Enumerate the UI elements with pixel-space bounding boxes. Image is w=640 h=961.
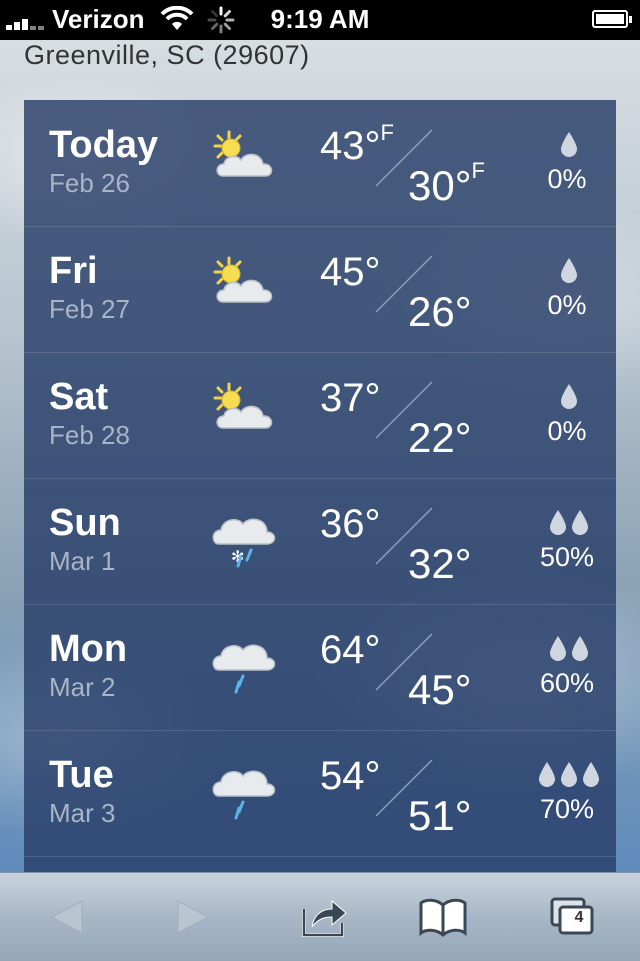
low-temp-value: 26° xyxy=(408,288,472,335)
precip-chance: 0% xyxy=(547,416,587,446)
high-temp-value: 36° xyxy=(320,502,381,546)
tab-count-badge: 4 xyxy=(574,909,584,926)
forecast-row: Sat Feb 28 37° 22° 0% xyxy=(24,352,616,479)
share-button[interactable] xyxy=(298,895,348,939)
forecast-row: Tue Mar 3 54° 51° 70% xyxy=(24,730,616,857)
clock: 9:19 AM xyxy=(270,4,370,34)
high-temp: 36° xyxy=(320,502,381,547)
day-label: Sun xyxy=(49,502,121,544)
precip-chance: 60% xyxy=(539,668,595,698)
partly-cloudy-icon xyxy=(213,256,273,303)
precip-chance: 50% xyxy=(539,542,595,572)
date-label: Mar 3 xyxy=(49,798,116,828)
day-label: Fri xyxy=(49,250,98,292)
low-temp-value: 45° xyxy=(408,666,472,713)
low-temp: 26° xyxy=(408,288,472,336)
precip-drops-icon xyxy=(561,132,577,157)
day-label: Today xyxy=(49,124,159,166)
low-temp-value: 51° xyxy=(408,792,472,839)
precip-chance: 0% xyxy=(547,290,587,320)
high-temp: 64° xyxy=(320,628,381,673)
high-temp: 45° xyxy=(320,250,381,295)
high-temp-value: 37° xyxy=(320,376,381,420)
low-temp: 22° xyxy=(408,414,472,462)
precip-drops-icon xyxy=(550,510,588,535)
status-bar: Verizon 9:19 AM xyxy=(0,0,640,40)
high-temp-value: 43° xyxy=(320,124,381,168)
partly-cloudy-icon xyxy=(213,130,273,177)
precip-drops-icon xyxy=(539,762,599,787)
high-temp: 54° xyxy=(320,754,381,799)
rain-cloud-icon xyxy=(212,770,276,820)
rain-cloud-icon xyxy=(212,644,276,694)
forecast-row: Today Feb 26 43° F 30°F 0% xyxy=(24,100,616,227)
forecast-row: Fri Feb 27 45° 26° 0% xyxy=(24,226,616,353)
date-label: Mar 2 xyxy=(49,672,116,702)
day-label: Sat xyxy=(49,376,109,418)
low-temp-value: 32° xyxy=(408,540,472,587)
back-button[interactable] xyxy=(42,895,92,939)
forecast-panel: Today Feb 26 43° F 30°F 0% Fri Feb 27 45°… xyxy=(24,100,616,872)
high-temp: 37° xyxy=(320,376,381,421)
low-temp: 32° xyxy=(408,540,472,588)
bookmarks-button[interactable] xyxy=(418,895,468,939)
snow-rain-icon: ✻ xyxy=(212,518,276,568)
low-temp: 30°F xyxy=(408,158,485,210)
precip-drops-icon xyxy=(550,636,588,661)
date-label: Feb 26 xyxy=(49,168,130,198)
high-temp-value: 64° xyxy=(320,628,381,672)
precip-chance: 70% xyxy=(539,794,595,824)
location-title: Greenville, SC (29607) xyxy=(24,40,310,70)
low-temp-value: 30° xyxy=(408,162,472,209)
date-label: Feb 28 xyxy=(49,420,130,450)
precip-drops-icon xyxy=(561,384,577,409)
forecast-row: Mon Mar 2 64° 45° 60% xyxy=(24,604,616,731)
low-temp-value: 22° xyxy=(408,414,472,461)
battery-icon xyxy=(592,10,632,28)
day-label: Tue xyxy=(49,754,114,796)
low-temp: 45° xyxy=(408,666,472,714)
low-temp-unit: F xyxy=(471,158,485,183)
forward-button[interactable] xyxy=(168,895,218,939)
partly-cloudy-icon xyxy=(213,382,273,429)
precip-chance: 0% xyxy=(547,164,587,194)
date-label: Mar 1 xyxy=(49,546,116,576)
precip-drops-icon xyxy=(561,258,577,283)
date-label: Feb 27 xyxy=(49,294,130,324)
day-label: Mon xyxy=(49,628,128,670)
high-temp-value: 45° xyxy=(320,250,381,294)
high-temp-value: 54° xyxy=(320,754,381,798)
browser-toolbar xyxy=(0,872,640,961)
low-temp: 51° xyxy=(408,792,472,840)
forecast-row: Sun Mar 1 ✻ 36° 32° 50% xyxy=(24,478,616,605)
